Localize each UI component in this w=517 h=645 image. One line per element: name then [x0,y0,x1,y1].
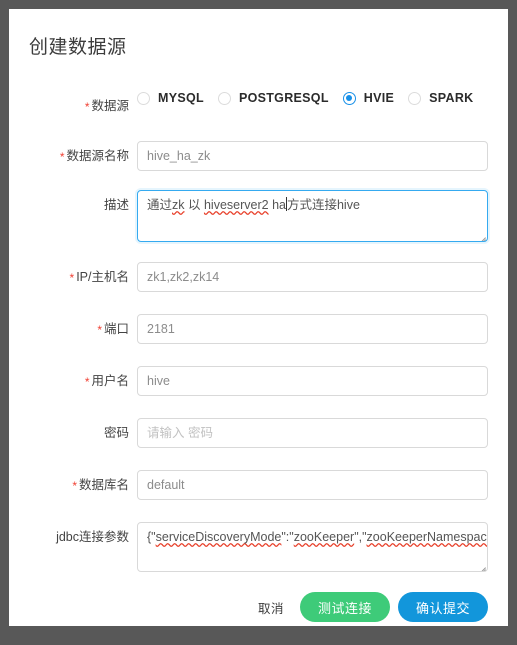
username-control [137,366,508,396]
description-seg-0: 通过 [147,198,173,212]
form-row-port: * 端口 [9,314,508,344]
form-row-database: * 数据库名 [9,470,508,500]
radio-option-spark[interactable]: SPARK [408,91,473,105]
jdbc-params-textarea[interactable]: {"serviceDiscoveryMode":"zooKeeper","zoo… [137,522,488,572]
label-description-text: 描述 [103,198,129,212]
port-input[interactable] [137,314,488,344]
radio-dot-hvie[interactable] [342,91,356,105]
host-input[interactable] [137,262,488,292]
required-marker-username: * [84,375,90,389]
required-marker-database: * [72,479,77,493]
submit-button[interactable]: 确认提交 [397,592,488,622]
description-seg-2: 以 [184,198,204,212]
label-port: * 端口 [9,314,137,344]
label-description: 描述 [9,190,137,220]
radio-label-mysql: MYSQL [158,91,204,105]
form-row-jdbc-params: jdbc连接参数 {"serviceDiscoveryMode":"zooKee… [9,522,508,572]
cancel-button[interactable]: 取消 [246,592,296,622]
description-seg-3: hiveserver2 [203,198,269,212]
page-title: 创建数据源 [29,37,127,58]
form-row-host: * IP/主机名 [9,262,508,292]
name-control [137,141,508,171]
radio-group-datasource-type: MYSQL POSTGRESQL HVIE SPARK [137,91,488,105]
jdbc-seg-4: "," [354,530,367,544]
radio-dot-mysql[interactable] [137,91,150,105]
jdbc-seg-5: zooKeeperNamespace [366,530,488,544]
description-seg-4: ha [268,198,286,212]
dialog-footer: 取消 测试连接 确认提交 [9,592,508,622]
jdbc-seg-0: {" [147,530,156,544]
label-name: * 数据源名称 [9,141,137,171]
host-control [137,262,508,292]
radio-label-hvie: HVIE [363,91,395,105]
required-marker-name: * [59,150,65,164]
label-datasource-type: * 数据源 [9,91,137,121]
form-row-datasource-type: * 数据源 MYSQL POSTGRESQL HVIE SPARK [9,91,508,121]
label-port-text: 端口 [103,322,129,336]
radio-option-postgresql[interactable]: POSTGRESQL [217,91,329,105]
radio-option-hvie[interactable]: HVIE [342,91,395,105]
label-database-text: 数据库名 [78,478,129,492]
label-password: 密码 [9,418,137,448]
database-control [137,470,508,500]
description-control: 通过zk 以 hiveserver2 ha方式连接hive [137,190,508,242]
label-username-text: 用户名 [91,374,129,388]
port-control [137,314,508,344]
label-jdbc-params-text: jdbc连接参数 [56,530,129,544]
radio-label-postgresql: POSTGRESQL [238,91,329,105]
label-username: * 用户名 [9,366,137,396]
description-seg-5: 方式连接hive [286,198,360,212]
radio-option-mysql[interactable]: MYSQL [137,91,204,105]
form-row-username: * 用户名 [9,366,508,396]
form-row-password: 密码 [9,418,508,448]
required-marker-port: * [97,323,102,337]
app-root: 创建数据源 * 数据源 MYSQL POSTGRESQL HVIE SPARK … [0,0,517,645]
form-row-name: * 数据源名称 [9,141,508,171]
required-marker-datasource-type: * [84,100,90,114]
radio-dot-spark[interactable] [408,91,422,105]
password-control [137,418,508,448]
label-jdbc-params: jdbc连接参数 [9,522,137,552]
description-textarea[interactable]: 通过zk 以 hiveserver2 ha方式连接hive [137,190,488,242]
jdbc-seg-1: serviceDiscoveryMode [155,530,282,544]
jdbc-seg-2: ":" [281,530,294,544]
label-name-text: 数据源名称 [66,149,129,163]
resize-handle-icon[interactable] [475,559,486,570]
jdbc-seg-3: zooKeeper [293,530,355,544]
required-marker-host: * [69,271,75,285]
radio-dot-postgresql[interactable] [217,91,231,105]
label-host: * IP/主机名 [9,262,137,292]
radio-label-spark: SPARK [429,91,474,105]
label-datasource-type-text: 数据源 [91,99,129,113]
description-seg-1: zk [172,198,185,212]
datasource-type-control: MYSQL POSTGRESQL HVIE SPARK [137,91,508,105]
label-password-text: 密码 [103,426,129,440]
label-database: * 数据库名 [9,470,137,500]
form-row-description: 描述 通过zk 以 hiveserver2 ha方式连接hive [9,190,508,242]
resize-handle-icon[interactable] [475,229,486,240]
datasource-name-input[interactable] [137,141,488,171]
database-input[interactable] [137,470,488,500]
test-connection-button[interactable]: 测试连接 [299,592,390,622]
label-host-text: IP/主机名 [76,270,129,284]
create-datasource-card: 创建数据源 * 数据源 MYSQL POSTGRESQL HVIE SPARK … [9,9,508,626]
jdbc-params-control: {"serviceDiscoveryMode":"zooKeeper","zoo… [137,522,508,572]
password-input[interactable] [137,418,488,448]
username-input[interactable] [137,366,488,396]
